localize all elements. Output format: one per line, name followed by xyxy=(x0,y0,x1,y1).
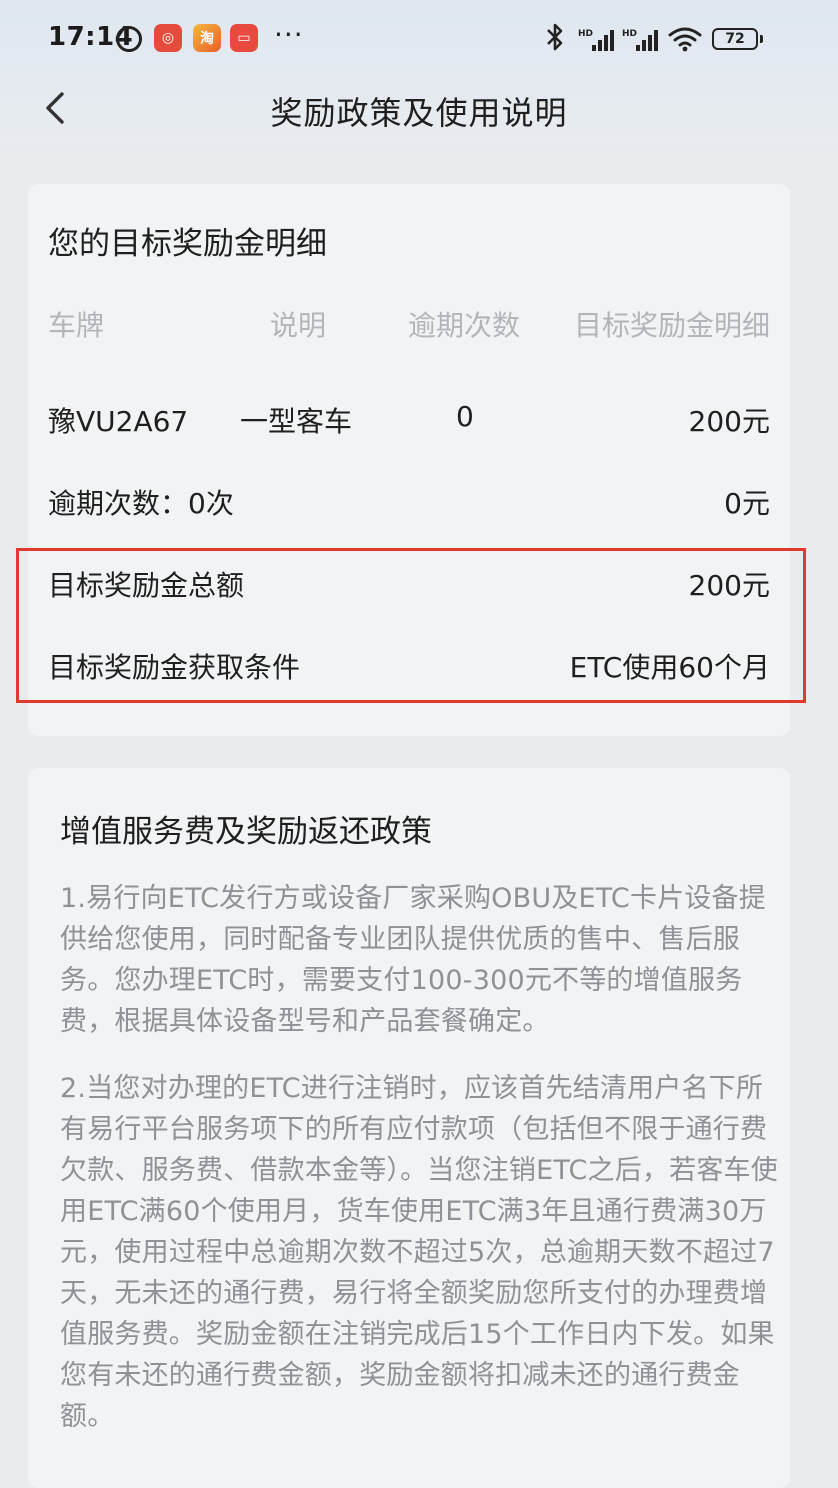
col-header-reward: 目标奖励金明细 xyxy=(573,309,770,342)
navigation-bar: 奖励政策及使用说明 xyxy=(0,80,838,136)
signal-icon: HD xyxy=(578,29,614,51)
svg-text:HD: HD xyxy=(578,29,593,39)
battery-level: 72 xyxy=(725,31,745,47)
svg-text:HD: HD xyxy=(622,29,637,39)
table-header: 车牌 说明 逾期次数 目标奖励金明细 xyxy=(28,304,790,344)
page-title: 奖励政策及使用说明 xyxy=(270,94,568,132)
reward-amount: 200元 xyxy=(688,405,770,438)
overdue-count: 0 xyxy=(456,400,474,433)
policy-paragraph-2: 2.当您对办理的ETC进行注销时，应该首先结清用户名下所有易行平台服务项下的所有… xyxy=(60,1073,778,1432)
top-bar: 17:14 ◎ 淘 ▭ ··· HD HD 72 奖励政策及使用说明 xyxy=(0,0,838,160)
policy-card: 增值服务费及奖励返还政策 1.易行向ETC发行方或设备厂家采购OBU及ETC卡片… xyxy=(28,768,790,1488)
col-header-desc: 说明 xyxy=(270,309,327,342)
policy-paragraph-1: 1.易行向ETC发行方或设备厂家采购OBU及ETC卡片设备提供给您使用，同时配备… xyxy=(60,883,766,1037)
overdue-label: 逾期次数：0次 xyxy=(48,487,234,520)
plate-number: 豫VU2A67 xyxy=(48,405,189,438)
vehicle-type: 一型客车 xyxy=(240,405,353,438)
netease-music-icon: ◎ xyxy=(154,24,182,52)
col-header-plate: 车牌 xyxy=(48,309,105,342)
status-bar: 17:14 ◎ 淘 ▭ ··· HD HD 72 xyxy=(0,0,838,80)
alarm-icon xyxy=(116,26,142,52)
policy-card-title: 增值服务费及奖励返还政策 xyxy=(60,814,432,850)
bluetooth-icon xyxy=(547,23,563,51)
battery-icon: 72 xyxy=(712,28,763,50)
signal-icon-2: HD xyxy=(622,29,658,51)
col-header-overdue: 逾期次数 xyxy=(408,309,521,342)
more-notifications-icon: ··· xyxy=(274,18,304,51)
overdue-amount: 0元 xyxy=(724,487,770,520)
taobao-icon: 淘 xyxy=(193,24,221,52)
wifi-icon xyxy=(668,27,702,52)
reward-card-title: 您的目标奖励金明细 xyxy=(48,226,327,262)
calendar-app-icon: ▭ xyxy=(230,24,258,52)
highlight-box xyxy=(16,548,806,703)
